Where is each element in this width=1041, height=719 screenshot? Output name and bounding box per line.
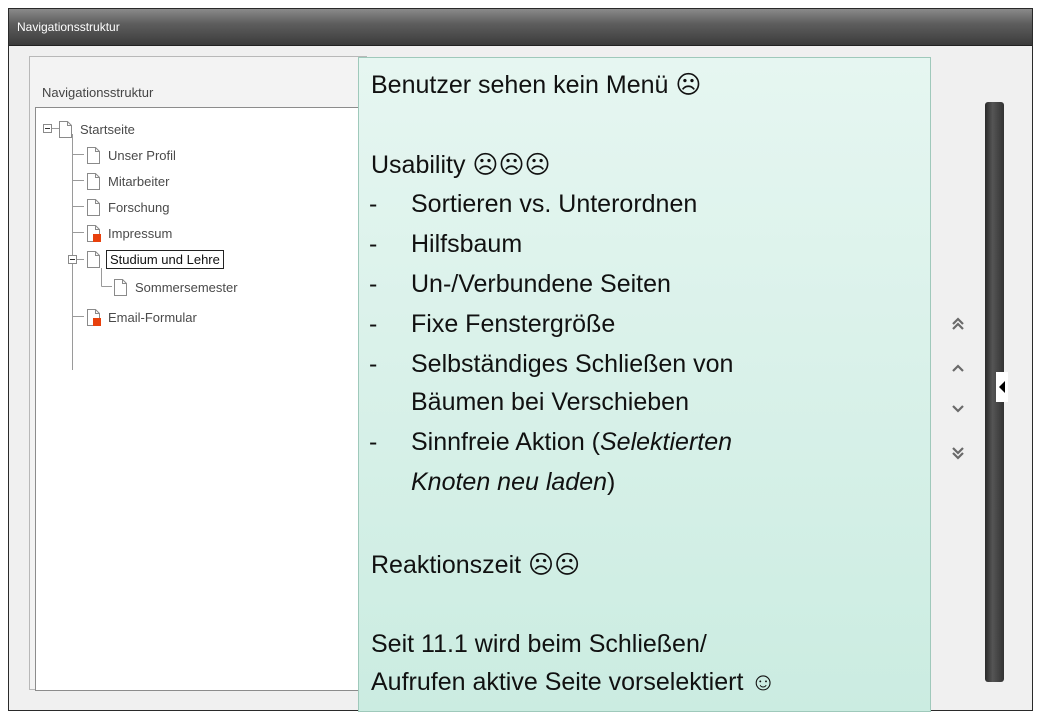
- callout-item-continued: Bäumen bei Verschieben: [411, 388, 689, 416]
- move-bottom-button[interactable]: [948, 445, 968, 466]
- annotation-callout: Benutzer sehen kein Menü ☹ Usability ☹☹☹…: [358, 57, 931, 712]
- tree-node-impressum[interactable]: Impressum: [86, 223, 174, 243]
- document-icon: [113, 278, 128, 296]
- document-red-icon: [86, 308, 101, 326]
- collapse-minus-icon[interactable]: [68, 255, 77, 264]
- chevron-down-icon: [952, 405, 964, 413]
- callout-italic-text: Knoten neu laden: [411, 468, 608, 496]
- bullet-dash: -: [369, 190, 378, 218]
- bullet-dash: -: [369, 428, 378, 456]
- tree-node-email-formular[interactable]: Email-Formular: [86, 307, 199, 327]
- callout-seit-line1: Seit 11.1 wird beim Schließen/: [371, 630, 707, 658]
- callout-item: Fixe Fenstergröße: [411, 310, 616, 338]
- callout-item: Sortieren vs. Unterordnen: [411, 190, 698, 218]
- callout-text: ): [607, 468, 616, 496]
- navigation-tree[interactable]: Startseite Unser Profil Mitarbeiter Fors…: [35, 107, 380, 691]
- callout-usability-title: Usability ☹☹☹: [371, 151, 551, 179]
- callout-item-sinnfreie: Sinnfreie Aktion (Selektierten: [411, 428, 732, 457]
- tree-label: Navigationsstruktur: [42, 85, 154, 100]
- callout-reaktionszeit: Reaktionszeit ☹☹: [371, 551, 581, 579]
- tree-node-forschung[interactable]: Forschung: [86, 197, 171, 217]
- callout-item-continued: Knoten neu laden): [411, 468, 615, 497]
- document-icon: [86, 146, 101, 164]
- document-icon: [58, 120, 73, 138]
- bullet-dash: -: [369, 270, 378, 298]
- tree-node-mitarbeiter[interactable]: Mitarbeiter: [86, 171, 171, 191]
- move-down-button[interactable]: [948, 401, 968, 422]
- tree-node-startseite[interactable]: Startseite: [58, 119, 137, 139]
- document-icon: [86, 250, 101, 268]
- move-top-button[interactable]: [948, 316, 968, 337]
- window-titlebar: Navigationsstruktur: [9, 9, 1032, 46]
- tree-node-label: Unser Profil: [108, 147, 176, 163]
- double-chevron-down-icon: [952, 447, 964, 460]
- callout-item: Un-/Verbundene Seiten: [411, 270, 671, 298]
- double-chevron-up-icon: [952, 317, 964, 330]
- collapse-minus-icon[interactable]: [43, 124, 52, 133]
- navigation-panel: Navigationsstruktur Startseite Unser Pro…: [29, 56, 380, 691]
- callout-item: Selbständiges Schließen von: [411, 350, 734, 378]
- document-icon: [86, 198, 101, 216]
- bullet-dash: -: [369, 230, 378, 258]
- callout-italic-text: Selektierten: [600, 428, 733, 456]
- tree-node-label: Forschung: [108, 199, 170, 215]
- callout-item: Hilfsbaum: [411, 230, 523, 258]
- tree-node-studium-und-lehre[interactable]: Studium und Lehre: [86, 249, 224, 269]
- chevron-up-icon: [952, 364, 964, 372]
- document-red-icon: [86, 224, 101, 242]
- tree-node-label: Mitarbeiter: [108, 173, 170, 189]
- tree-node-unser-profil[interactable]: Unser Profil: [86, 145, 178, 165]
- callout-line-menu: Benutzer sehen kein Menü ☹: [371, 71, 702, 99]
- tree-node-label: Email-Formular: [108, 309, 197, 325]
- bullet-dash: -: [369, 350, 378, 378]
- callout-seit-line2: Aufrufen aktive Seite vorselektiert ☺: [371, 668, 776, 696]
- tree-node-label: Impressum: [108, 225, 173, 241]
- side-panel-toggle-handle[interactable]: [996, 372, 1008, 402]
- tree-node-sommersemester[interactable]: Sommersemester: [113, 277, 240, 297]
- tree-node-label: Sommersemester: [135, 279, 238, 295]
- tree-node-label: Studium und Lehre: [106, 249, 224, 269]
- window-title: Navigationsstruktur: [17, 20, 120, 34]
- document-icon: [86, 172, 101, 190]
- callout-text: Sinnfreie Aktion (: [411, 428, 600, 456]
- move-up-button[interactable]: [948, 360, 968, 381]
- tree-node-label: Startseite: [80, 121, 135, 137]
- bullet-dash: -: [369, 310, 378, 338]
